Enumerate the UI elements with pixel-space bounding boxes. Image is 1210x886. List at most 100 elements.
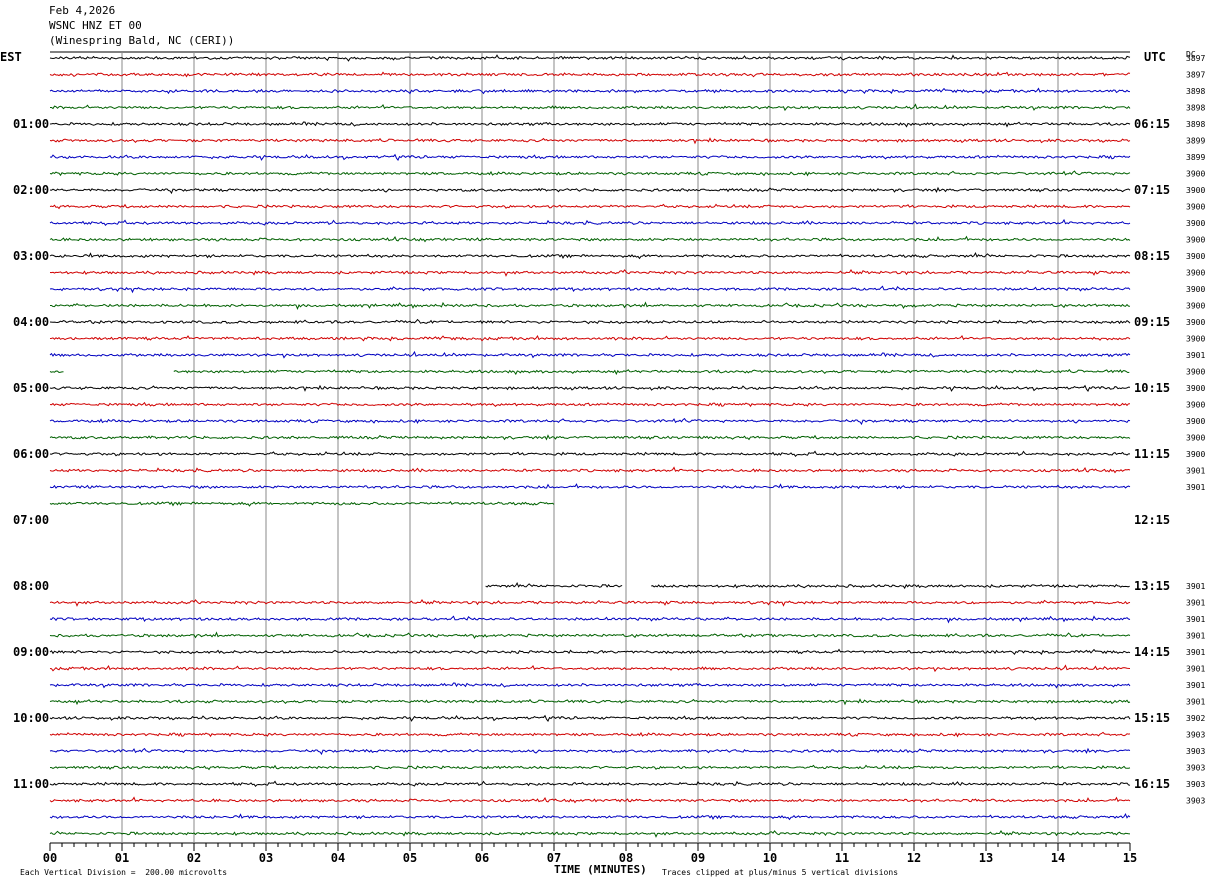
right-hour-label: 10:15 — [1134, 381, 1170, 395]
seismic-trace — [49, 466, 1131, 474]
seismic-trace — [49, 235, 1131, 243]
seismic-trace — [49, 450, 1130, 457]
dc-offset-label: 3900 — [1186, 368, 1205, 377]
left-hour-label: 06:00 — [13, 447, 49, 461]
left-hour-label: 04:00 — [13, 315, 49, 329]
dc-offset-label: 3900 — [1186, 203, 1205, 212]
right-hour-label: 07:15 — [1134, 183, 1170, 197]
dc-offset-label: 3900 — [1186, 434, 1205, 443]
dc-offset-label: 3900 — [1186, 318, 1205, 327]
dc-offset-label: 3900 — [1186, 384, 1205, 393]
dc-offset-label: 3900 — [1186, 417, 1205, 426]
x-tick-label: 11 — [835, 851, 849, 865]
left-hour-label: 08:00 — [13, 579, 49, 593]
right-hour-label: 12:15 — [1134, 513, 1170, 527]
seismic-trace — [49, 334, 1131, 342]
right-hour-label: 09:15 — [1134, 315, 1170, 329]
right-hour-label: 15:15 — [1134, 711, 1170, 725]
seismic-trace — [49, 137, 1131, 145]
dc-offset-label: 3901 — [1186, 615, 1205, 624]
seismic-trace — [49, 714, 1131, 722]
dc-offset-label: 3901 — [1186, 599, 1205, 608]
x-axis-title: TIME (MINUTES) — [554, 863, 647, 876]
dc-offset-label: 3898 — [1186, 87, 1205, 96]
dc-offset-label: 3901 — [1186, 648, 1205, 657]
seismic-trace — [49, 648, 1131, 656]
dc-offset-label: 3900 — [1186, 236, 1205, 245]
seismic-trace — [50, 301, 1131, 310]
seismic-trace — [49, 501, 555, 507]
dc-offset-label: 3900 — [1186, 219, 1205, 228]
seismic-trace — [49, 483, 1131, 490]
dc-offset-label: 3902 — [1186, 714, 1205, 723]
seismic-trace — [49, 370, 64, 374]
dc-offset-label: 3899 — [1186, 153, 1205, 162]
dc-offset-label: 3900 — [1186, 335, 1205, 344]
right-hour-label: 14:15 — [1134, 645, 1170, 659]
seismic-trace — [49, 153, 1131, 161]
dc-offset-label: 3897 — [1186, 54, 1205, 63]
seismic-trace — [49, 384, 1131, 392]
seismic-trace — [49, 698, 1131, 706]
dc-offset-label: 3903 — [1186, 764, 1205, 773]
right-hour-label: 13:15 — [1134, 579, 1170, 593]
x-tick-label: 14 — [1051, 851, 1065, 865]
x-tick-label: 01 — [115, 851, 129, 865]
left-hour-label: 10:00 — [13, 711, 49, 725]
x-tick-label: 09 — [691, 851, 705, 865]
seismic-trace — [49, 186, 1131, 195]
seismic-trace — [49, 285, 1131, 294]
x-tick-label: 15 — [1123, 851, 1137, 865]
seismic-trace — [50, 103, 1131, 112]
dc-offset-label: 3900 — [1186, 401, 1205, 410]
dc-offset-label: 3901 — [1186, 483, 1205, 492]
scale-note: Each Vertical Division = 200.00 microvol… — [20, 868, 228, 877]
dc-offset-label: 3899 — [1186, 137, 1205, 146]
dc-offset-label: 3901 — [1186, 582, 1205, 591]
dc-offset-label: 3903 — [1186, 780, 1205, 789]
seismic-trace — [49, 401, 1131, 408]
x-tick-label: 03 — [259, 851, 273, 865]
seismic-trace — [49, 434, 1131, 441]
seismic-trace — [49, 780, 1131, 787]
seismic-trace — [49, 764, 1131, 771]
dc-offset-label: 3903 — [1186, 747, 1205, 756]
right-hour-label: 11:15 — [1134, 447, 1170, 461]
seismic-trace — [49, 796, 1131, 804]
dc-offset-label: 3898 — [1186, 104, 1205, 113]
seismic-trace — [49, 203, 1131, 210]
dc-offset-label: 3897 — [1186, 71, 1205, 80]
seismic-trace — [49, 54, 1131, 62]
seismic-trace — [49, 121, 1131, 128]
seismic-trace — [49, 731, 1131, 738]
left-hour-label: 05:00 — [13, 381, 49, 395]
left-hour-label: 09:00 — [13, 645, 49, 659]
x-tick-label: 06 — [475, 851, 489, 865]
right-hour-label: 08:15 — [1134, 249, 1170, 263]
dc-offset-label: 3900 — [1186, 252, 1205, 261]
seismic-trace — [49, 318, 1131, 325]
x-tick-label: 13 — [979, 851, 993, 865]
dc-offset-label: 3901 — [1186, 698, 1205, 707]
dc-offset-label: 3901 — [1186, 351, 1205, 360]
x-tick-label: 12 — [907, 851, 921, 865]
seismic-trace — [49, 170, 1131, 177]
right-hour-label: 06:15 — [1134, 117, 1170, 131]
dc-offset-label: 3900 — [1186, 170, 1205, 179]
seismic-trace — [49, 350, 1131, 359]
seismic-trace — [49, 251, 1131, 260]
left-hour-label: 03:00 — [13, 249, 49, 263]
x-tick-label: 04 — [331, 851, 345, 865]
dc-offset-label: 3901 — [1186, 467, 1205, 476]
seismic-trace — [49, 218, 1131, 226]
seismic-trace — [49, 87, 1131, 95]
x-tick-label: 05 — [403, 851, 417, 865]
dc-offset-label: 3900 — [1186, 450, 1205, 459]
dc-offset-label: 3900 — [1186, 186, 1205, 195]
seismic-trace — [49, 631, 1131, 639]
x-tick-label: 02 — [187, 851, 201, 865]
seismic-trace — [49, 269, 1131, 277]
x-tick-label: 00 — [43, 851, 57, 865]
left-hour-label: 02:00 — [13, 183, 49, 197]
helicorder-plot: 01:00 02:00 03:00 04:00 05:00 06:00 07:00 08:00… — [13, 51, 1205, 865]
